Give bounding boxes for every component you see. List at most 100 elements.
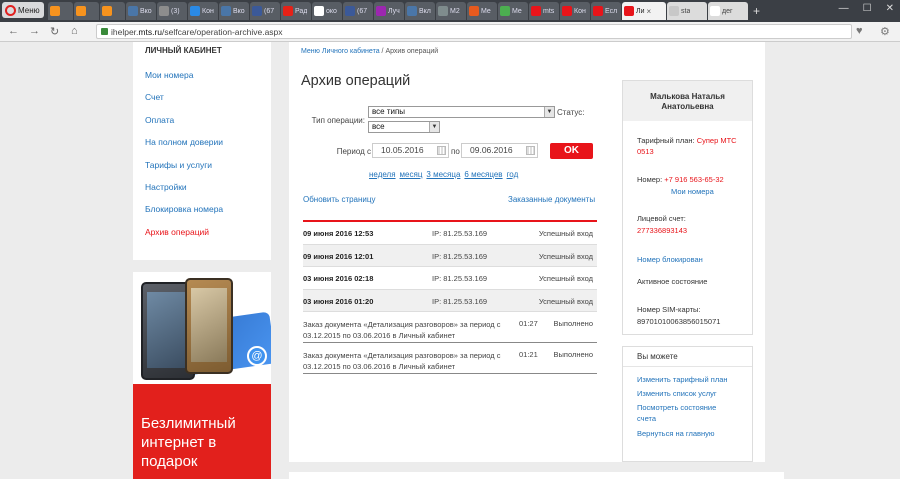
browser-tab[interactable]: Кон [560,2,590,20]
account-info-panel: Малькова Наталья Анатольевна Тарифный пл… [622,80,753,335]
close-icon[interactable]: ✕ [886,3,894,14]
browser-tab[interactable]: sta [667,2,707,20]
new-tab-icon[interactable]: + [753,2,760,22]
period-week-link[interactable]: неделя [369,170,396,179]
url-path: /selfcare/operation-archive.aspx [162,26,283,37]
tab-title: Рад [295,7,308,15]
status-label: Статус: [557,108,585,117]
number-blocked-link[interactable]: Номер блокирован [637,254,703,265]
opera-menu-button[interactable]: Меню [2,2,44,18]
browser-tab[interactable] [48,2,73,20]
browser-settings-icon[interactable]: ⚙ [880,25,890,38]
forward-icon[interactable]: → [29,25,40,37]
browser-tab[interactable]: Вкл [405,2,435,20]
operation-datetime: 03 июня 2016 02:18 [303,274,374,283]
vk-icon [128,6,138,16]
sidebar-item-bill[interactable]: Счет [133,86,271,108]
operation-type-select[interactable]: все типы ▼ [368,106,555,118]
promo-banner[interactable]: @ Безлимитный интернет в подарок [133,272,271,479]
browser-tab[interactable]: (67 [250,2,280,20]
browser-tab[interactable] [100,2,125,20]
browser-tab[interactable]: Ме [498,2,528,20]
tab-title: (67 [264,7,275,15]
status-select[interactable]: все ▼ [368,121,440,133]
browser-tab[interactable]: Луч [374,2,404,20]
google-icon [710,6,720,16]
sidebar-item-operations-archive[interactable]: Архив операций [133,221,271,243]
browser-tab[interactable]: Кон [188,2,218,20]
home-icon[interactable]: ⌂ [71,25,78,37]
minimize-icon[interactable]: — [839,3,849,14]
browser-tab[interactable] [74,2,99,20]
period-year-link[interactable]: год [507,170,519,179]
period-6-months-link[interactable]: 6 месяцев [464,170,502,179]
vk-icon [407,6,417,16]
account-state: Активное состояние [637,277,708,286]
account-number-value: 277336893143 [637,226,688,235]
tab-title: Ли [636,7,645,15]
return-home-link[interactable]: Вернуться на главную [637,428,749,439]
operation-status: Успешный вход [538,229,593,238]
view-account-state-link[interactable]: Посмотреть состояние счета [637,402,725,424]
operation-status: Успешный вход [538,296,593,306]
sidebar-item-payment[interactable]: Оплата [133,109,271,131]
account-number-label: Лицевой счет: [637,214,686,223]
period-3-months-link[interactable]: 3 месяца [426,170,460,179]
breadcrumb-link-menu[interactable]: Меню Личного кабинета [301,48,380,55]
date-from-value: 10.05.2016 [381,145,424,155]
odnoklassniki-icon [50,6,60,16]
calendar-icon[interactable] [526,146,535,155]
maximize-icon[interactable]: ☐ [863,3,872,14]
ok-button[interactable]: OK [550,143,593,159]
tab-title: Луч [388,7,400,15]
browser-tab[interactable]: Рад [281,2,311,20]
url-input[interactable]: ihelper.mts.ru/selfcare/operation-archiv… [96,24,852,39]
sidebar-item-full-trust[interactable]: На полном доверии [133,131,271,153]
browser-tab[interactable]: дег [708,2,748,20]
browser-tab-active[interactable]: Ли × [622,2,666,20]
browser-tab[interactable]: M2 [436,2,466,20]
page: ЛИЧНЫЙ КАБИНЕТ Мои номера Счет Оплата На… [0,42,900,479]
close-tab-icon[interactable]: × [647,7,652,16]
smartphone-icon [185,278,233,374]
my-numbers-link[interactable]: Мои номера [671,186,714,197]
browser-tab[interactable]: Вко [126,2,156,20]
operation-ip: IP: 81.25.53.169 [432,296,488,306]
sidebar-item-settings[interactable]: Настройки [133,176,271,198]
change-tariff-link[interactable]: Изменить тарифный план [637,374,749,385]
date-to-input[interactable]: 09.06.2016 [461,143,538,158]
browser-tab[interactable]: (67 [343,2,373,20]
operations-table: 09 июня 2016 12:53 IP: 81.25.53.169 Успе… [303,220,597,374]
reload-icon[interactable]: ↻ [50,25,59,38]
promo-image: @ [133,272,271,384]
sidebar-item-number-block[interactable]: Блокировка номера [133,198,271,220]
back-icon[interactable]: ← [8,25,19,37]
table-row: Заказ документа «Детализация разговоров»… [303,312,597,343]
sim-card-label: Номер SIM-карты: [637,305,701,314]
mts-icon [562,6,572,16]
ordered-documents-link[interactable]: Заказанные документы [508,195,595,204]
calendar-icon[interactable] [437,146,446,155]
date-to-value: 09.06.2016 [470,145,513,155]
tab-title: Вко [233,7,245,15]
table-row: 09 июня 2016 12:53 IP: 81.25.53.169 Успе… [303,222,597,245]
heart-icon[interactable]: ♥ [856,25,863,37]
sidebar-item-tariffs[interactable]: Тарифы и услуги [133,154,271,176]
browser-tab[interactable]: (3) [157,2,187,20]
browser-tab[interactable]: Ме [467,2,497,20]
facebook-icon [252,6,262,16]
browser-tab[interactable]: око [312,2,342,20]
operation-status: Успешный вход [538,251,593,261]
tariff-plan-label: Тарифный план: [637,136,695,145]
sidebar-item-my-numbers[interactable]: Мои номера [133,64,271,86]
browser-tab[interactable]: Есл [591,2,621,20]
period-month-link[interactable]: месяц [400,170,423,179]
tab-title: sta [681,7,691,15]
browser-tab[interactable]: Вко [219,2,249,20]
change-services-link[interactable]: Изменить список услуг [637,388,749,399]
url-domain: mts.ru [138,26,163,37]
refresh-page-link[interactable]: Обновить страницу [303,195,375,204]
date-from-input[interactable]: 10.05.2016 [372,143,449,158]
browser-tab[interactable]: mts [529,2,559,20]
browser-tab-bar: Меню Вко (3) Кон Вко (67 Рад око (67 Луч Вкл M2 Ме М… [0,0,900,22]
